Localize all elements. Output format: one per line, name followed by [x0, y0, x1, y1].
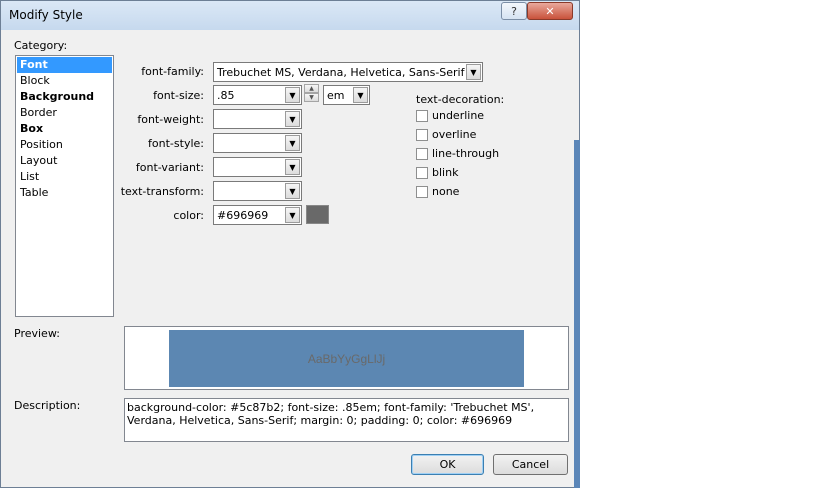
line-through-label: line-through: [432, 147, 500, 160]
font-size-combo[interactable]: .85 ▼: [213, 85, 302, 105]
chevron-down-icon[interactable]: ▼: [285, 111, 300, 127]
checkbox-box[interactable]: [416, 129, 428, 141]
category-label: Category:: [14, 39, 68, 52]
font-size-label: font-size:: [153, 89, 204, 102]
overline-label: overline: [432, 128, 477, 141]
preview-sample: AaBbYyGgLlJj: [169, 330, 524, 387]
color-value: #696969: [217, 209, 269, 222]
dialog-body: Category: Font Block Background Border B…: [4, 30, 576, 485]
description-label: Description:: [14, 399, 81, 412]
text-decoration-label: text-decoration:: [416, 93, 505, 106]
chevron-down-icon[interactable]: ▼: [285, 135, 300, 151]
checkbox-box[interactable]: [416, 148, 428, 160]
font-family-label: font-family:: [141, 65, 204, 78]
font-size-unit-value: em: [327, 89, 345, 102]
ok-button[interactable]: OK: [411, 454, 484, 475]
font-size-unit-combo[interactable]: em ▼: [323, 85, 370, 105]
close-icon: ✕: [545, 4, 555, 18]
background-window-edge: [574, 140, 580, 488]
preview-label: Preview:: [14, 327, 60, 340]
color-label: color:: [173, 209, 204, 222]
font-style-combo[interactable]: ▼: [213, 133, 302, 153]
spin-up-icon[interactable]: ▲: [304, 84, 319, 93]
color-swatch-button[interactable]: [306, 205, 329, 224]
preview-box: AaBbYyGgLlJj: [124, 326, 569, 390]
chevron-down-icon[interactable]: ▼: [285, 207, 300, 223]
font-size-value: .85: [217, 89, 235, 102]
text-transform-combo[interactable]: ▼: [213, 181, 302, 201]
font-weight-combo[interactable]: ▼: [213, 109, 302, 129]
checkbox-box[interactable]: [416, 110, 428, 122]
window-title: Modify Style: [9, 8, 83, 22]
spin-down-icon[interactable]: ▼: [304, 93, 319, 102]
description-text: background-color: #5c87b2; font-size: .8…: [124, 398, 569, 442]
text-transform-label: text-transform:: [120, 185, 204, 198]
font-variant-combo[interactable]: ▼: [213, 157, 302, 177]
font-family-value: Trebuchet MS, Verdana, Helvetica, Sans-S…: [217, 66, 465, 79]
title-bar[interactable]: Modify Style ? ✕: [1, 1, 579, 30]
modify-style-dialog: Modify Style ? ✕ Category: Font Block Ba…: [0, 0, 580, 488]
font-size-spinner[interactable]: ▲ ▼: [304, 84, 320, 103]
font-weight-label: font-weight:: [137, 113, 204, 126]
chevron-down-icon[interactable]: ▼: [353, 87, 368, 103]
chevron-down-icon[interactable]: ▼: [285, 87, 300, 103]
cancel-button[interactable]: Cancel: [493, 454, 568, 475]
underline-label: underline: [432, 109, 485, 122]
color-combo[interactable]: #696969 ▼: [213, 205, 302, 225]
close-button[interactable]: ✕: [527, 2, 573, 20]
help-button[interactable]: ?: [501, 2, 527, 20]
blink-label: blink: [432, 166, 459, 179]
help-icon: ?: [511, 4, 517, 18]
chevron-down-icon[interactable]: ▼: [285, 159, 300, 175]
chevron-down-icon[interactable]: ▼: [466, 64, 481, 80]
font-variant-label: font-variant:: [135, 161, 204, 174]
checkbox-box[interactable]: [416, 186, 428, 198]
checkbox-box[interactable]: [416, 167, 428, 179]
font-style-label: font-style:: [148, 137, 204, 150]
none-label: none: [432, 185, 460, 198]
chevron-down-icon[interactable]: ▼: [285, 183, 300, 199]
font-family-combo[interactable]: Trebuchet MS, Verdana, Helvetica, Sans-S…: [213, 62, 483, 82]
